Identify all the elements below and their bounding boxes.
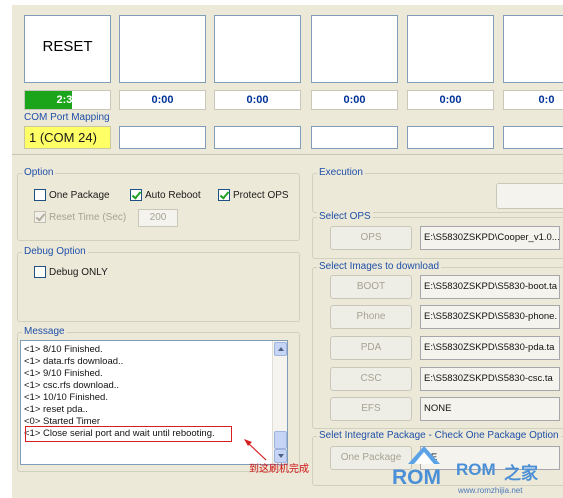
auto-reboot-checkbox[interactable]: Auto Reboot xyxy=(130,189,201,201)
log-line: <1> csc.rfs download.. xyxy=(24,380,120,391)
protect-ops-label: Protect OPS xyxy=(233,189,289,201)
one-package-checkbox[interactable]: One Package xyxy=(34,189,110,201)
option-group: Option One Package Auto Reboot Protect O… xyxy=(17,167,300,241)
debug-option-title: Debug Option xyxy=(22,246,88,257)
execution-group: Execution xyxy=(312,167,563,213)
option-title: Option xyxy=(22,167,56,178)
phone-path-field: E:\S5830ZSKPD\S5830-phone. xyxy=(420,305,560,329)
watermark-rom-latin: ROM xyxy=(456,460,496,479)
port-status-6 xyxy=(503,15,563,83)
port-state-label: RESET xyxy=(42,38,93,55)
romzhijia-watermark-logo: ROM ROM 之家 www.romzhijia.net xyxy=(378,438,563,498)
protect-ops-checkbox[interactable]: Protect OPS xyxy=(218,189,289,201)
checkbox-box[interactable] xyxy=(34,266,46,278)
ops-path-field: E:\S5830ZSKPD\Cooper_v1.0... xyxy=(420,226,560,250)
select-images-title: Select Images to download xyxy=(317,261,442,272)
port-status-4 xyxy=(311,15,398,83)
csc-path-field: E:\S5830ZSKPD\S5830-csc.ta xyxy=(420,367,560,391)
checkbox-box[interactable] xyxy=(34,211,46,223)
com-port-6 xyxy=(503,126,563,149)
pda-path-field: E:\S5830ZSKPD\S5830-pda.ta xyxy=(420,336,560,360)
highlight-box xyxy=(25,426,232,442)
select-ops-title: Select OPS xyxy=(317,211,373,222)
com-port-1: 1 (COM 24) xyxy=(24,126,111,149)
com-port-2 xyxy=(119,126,206,149)
auto-reboot-label: Auto Reboot xyxy=(145,189,201,201)
timer-6: 0:0 xyxy=(503,90,563,110)
com-port-mapping-label: COM Port Mapping xyxy=(24,112,110,123)
execution-title: Execution xyxy=(317,167,365,178)
com-port-5 xyxy=(407,126,494,149)
debug-only-label: Debug ONLY xyxy=(49,266,108,278)
port-status-2 xyxy=(119,15,206,83)
log-line: <1> reset pda.. xyxy=(24,404,88,415)
port-status-5 xyxy=(407,15,494,83)
reset-time-label: Reset Time (Sec) xyxy=(49,211,127,223)
pda-button[interactable]: PDA xyxy=(330,336,412,360)
timer-4: 0:00 xyxy=(311,90,398,110)
annotation-text: 到这刷机完成 xyxy=(249,464,309,475)
message-log[interactable]: <1> 8/10 Finished. <1> data.rfs download… xyxy=(20,340,288,465)
scroll-up-icon[interactable] xyxy=(274,342,287,356)
log-line: <1> 9/10 Finished. xyxy=(24,368,103,379)
debug-option-group: Debug Option Debug ONLY xyxy=(17,246,300,322)
start-button[interactable] xyxy=(496,183,563,209)
divider xyxy=(12,154,563,155)
csc-button[interactable]: CSC xyxy=(330,367,412,391)
reset-time-checkbox[interactable]: Reset Time (Sec) xyxy=(34,211,126,223)
message-scrollbar[interactable] xyxy=(272,341,287,464)
watermark-zhijia: 之家 xyxy=(504,464,538,484)
phone-button[interactable]: Phone xyxy=(330,305,412,329)
watermark-rom: ROM xyxy=(392,466,441,489)
checkbox-box[interactable] xyxy=(130,189,142,201)
efs-button[interactable]: EFS xyxy=(330,397,412,421)
log-line: <1> 8/10 Finished. xyxy=(24,344,103,355)
com-port-3 xyxy=(214,126,301,149)
reset-time-input[interactable]: 200 xyxy=(138,209,178,227)
one-package-label: One Package xyxy=(49,189,110,201)
timer-5: 0:00 xyxy=(407,90,494,110)
log-line: <1> 10/10 Finished. xyxy=(24,392,108,403)
log-line: <1> data.rfs download.. xyxy=(24,356,124,367)
checkbox-box[interactable] xyxy=(34,189,46,201)
boot-button[interactable]: BOOT xyxy=(330,275,412,299)
timer-3: 0:00 xyxy=(214,90,301,110)
watermark-site: www.romzhijia.net xyxy=(458,486,523,495)
message-title: Message xyxy=(22,326,67,337)
odin-window: RESET 2:33 0:00 0:00 0:00 0:00 0:0 COM P… xyxy=(12,5,563,498)
timer-2: 0:00 xyxy=(119,90,206,110)
scroll-thumb[interactable] xyxy=(274,431,287,449)
port-status-1: RESET xyxy=(24,15,111,83)
efs-path-field: NONE xyxy=(420,397,560,421)
timer-1: 2:33 xyxy=(24,90,111,110)
com-port-4 xyxy=(311,126,398,149)
checkbox-box[interactable] xyxy=(218,189,230,201)
ops-button[interactable]: OPS xyxy=(330,226,412,250)
debug-only-checkbox[interactable]: Debug ONLY xyxy=(34,266,108,278)
boot-path-field: E:\S5830ZSKPD\S5830-boot.ta xyxy=(420,275,560,299)
port-status-3 xyxy=(214,15,301,83)
